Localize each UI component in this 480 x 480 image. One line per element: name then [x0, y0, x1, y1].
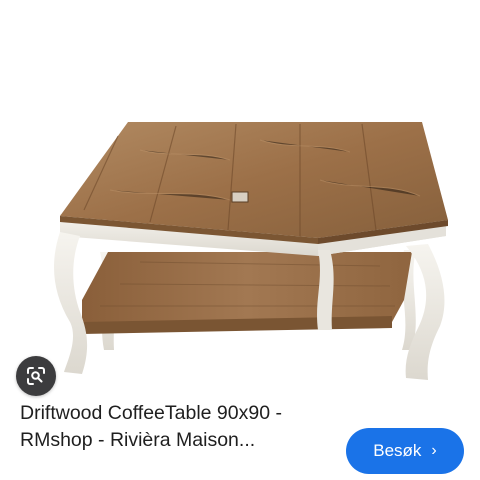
product-image[interactable]: [0, 0, 480, 392]
lens-search-button[interactable]: [16, 356, 56, 396]
visit-button-label: Besøk: [373, 441, 422, 460]
product-title-line1: Driftwood CoffeeTable 90x90 -: [20, 402, 282, 424]
metal-plate: [231, 191, 249, 203]
chevron-right-icon: ›: [431, 442, 437, 459]
visit-button[interactable]: Besøk ›: [346, 428, 464, 474]
coffee-table-illustration: [54, 122, 448, 380]
table-top: [60, 122, 448, 238]
product-title[interactable]: Driftwood CoffeeTable 90x90 - RMshop - R…: [20, 400, 330, 454]
lens-search-icon: [27, 367, 45, 385]
product-title-line2: RMshop - Rivièra Maison...: [20, 429, 256, 451]
